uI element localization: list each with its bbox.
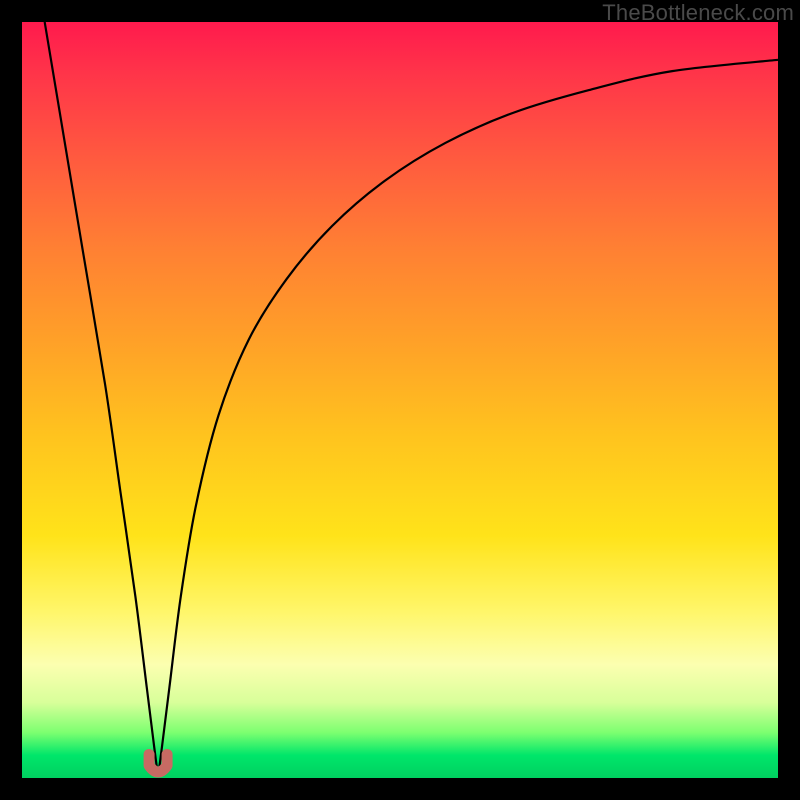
minimum-marker-icon (149, 754, 167, 772)
chart-frame: TheBottleneck.com (0, 0, 800, 800)
bottleneck-curve (22, 22, 778, 778)
curve-path (45, 22, 778, 770)
watermark-text: TheBottleneck.com (602, 0, 794, 26)
